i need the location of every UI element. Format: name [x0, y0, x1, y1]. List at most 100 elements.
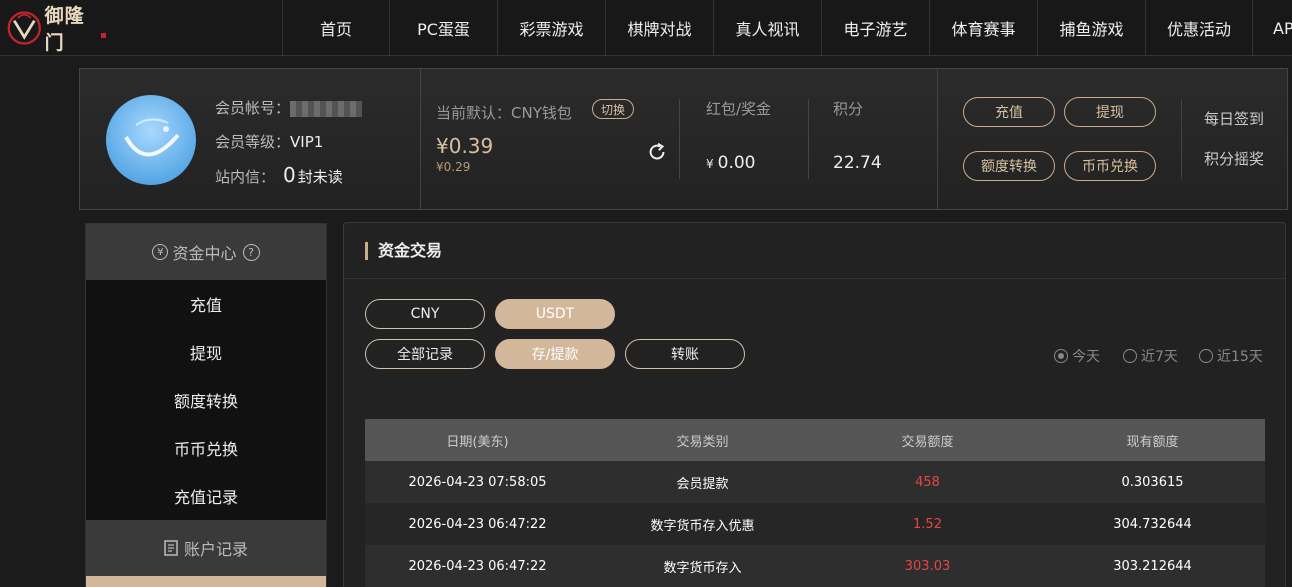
bonus-amount: 0.00: [717, 153, 756, 173]
unread-suffix: 封未读: [297, 168, 343, 186]
nav-item-pc-egg[interactable]: PC蛋蛋: [389, 0, 497, 56]
sidebar-item-withdraw[interactable]: 提现: [86, 328, 326, 376]
nav-item-slots[interactable]: 电子游艺: [821, 0, 929, 56]
range-7-days-label: 近7天: [1141, 349, 1178, 365]
account-row: 会员帐号：: [215, 97, 363, 118]
avatar-image: [124, 118, 180, 157]
top-navigation-bar: 御隆门 首页 PC蛋蛋 彩票游戏 棋牌对战 真人视讯 电子游艺 体育赛事 捕鱼游…: [0, 0, 1292, 56]
cell-date: 2026-04-23 06:47:22: [408, 558, 547, 574]
main-nav: 首页 PC蛋蛋 彩票游戏 棋牌对战 真人视讯 电子游艺 体育赛事 捕鱼游戏 优惠…: [282, 0, 1292, 56]
nav-item-app[interactable]: AP: [1252, 0, 1292, 56]
divider: [344, 278, 1285, 279]
nav-item-lottery[interactable]: 彩票游戏: [497, 0, 605, 56]
cell-date: 2026-04-23 07:58:05: [408, 474, 547, 490]
sidebar-header-account-records[interactable]: 账户记录: [86, 520, 326, 576]
range-today-label: 今天: [1072, 349, 1100, 365]
cell-amount: 1.52: [913, 516, 942, 532]
range-15-days-label: 近15天: [1217, 349, 1263, 365]
nav-item-promotions[interactable]: 优惠活动: [1145, 0, 1252, 56]
column-header-date: 日期(美东): [446, 434, 509, 450]
range-today[interactable]: 今天: [1054, 346, 1100, 366]
withdraw-button[interactable]: 提现: [1064, 97, 1156, 127]
wallet-balance-sub: ¥0.29: [436, 160, 471, 174]
points-draw-link[interactable]: 积分摇奖: [1204, 148, 1264, 169]
nav-item-sports[interactable]: 体育赛事: [929, 0, 1037, 56]
masked-account-value: [290, 100, 363, 117]
cell-balance: 304.732644: [1113, 516, 1192, 532]
divider: [808, 99, 809, 179]
level-label: 会员等级：: [215, 133, 291, 151]
tab-cny[interactable]: CNY: [365, 299, 485, 329]
logo-text: 御隆门: [44, 5, 85, 54]
tab-transfer[interactable]: 转账: [625, 339, 745, 369]
logo-emblem-icon: [7, 11, 41, 45]
currency-icon: ¥: [152, 244, 169, 260]
sidebar-active-item[interactable]: [86, 576, 326, 587]
tab-all-records[interactable]: 全部记录: [365, 339, 485, 369]
table-row: 2026-04-23 06:47:22 数字货币存入 303.03 303.21…: [365, 545, 1265, 587]
sidebar-header-fund-center[interactable]: ¥ 资金中心 ?: [86, 224, 326, 280]
transactions-table: 日期(美东) 交易类别 交易额度 现有额度 2026-04-23 07:58:0…: [365, 419, 1265, 587]
unread-count: 0: [283, 163, 296, 187]
column-header-balance: 现有额度: [1126, 434, 1179, 450]
switch-wallet-button[interactable]: 切换: [592, 99, 634, 119]
divider: [1181, 99, 1182, 179]
range-15-days[interactable]: 近15天: [1199, 346, 1263, 366]
site-logo[interactable]: 御隆门: [6, 5, 106, 54]
level-value: VIP1: [290, 133, 324, 151]
tab-deposit-withdraw[interactable]: 存/提款: [495, 339, 615, 369]
radio-icon: [1199, 349, 1213, 363]
wallet-balance: ¥0.39: [436, 134, 494, 158]
table-row: 2026-04-23 07:58:05 会员提款 458 0.303615: [365, 461, 1265, 503]
divider: [937, 69, 938, 209]
wallet-label: 当前默认：CNY钱包: [436, 104, 572, 122]
transfer-button[interactable]: 额度转换: [963, 151, 1055, 181]
level-row: 会员等级：VIP1: [215, 131, 323, 152]
refresh-icon[interactable]: [646, 141, 668, 163]
sidebar-item-deposit[interactable]: 充值: [86, 280, 326, 328]
points-value: 22.74: [833, 153, 882, 173]
exchange-button[interactable]: 币币兑换: [1064, 151, 1156, 181]
logo-dot: [101, 32, 106, 38]
divider: [679, 99, 680, 179]
radio-icon: [1123, 349, 1137, 363]
cell-type: 会员提款: [676, 476, 729, 492]
mail-row[interactable]: 站内信： 0 封未读: [215, 163, 343, 187]
deposit-button[interactable]: 充值: [963, 97, 1055, 127]
cell-balance: 0.303615: [1121, 474, 1184, 490]
nav-item-live-video[interactable]: 真人视讯: [713, 0, 821, 56]
fund-transactions-panel: 资金交易 CNY USDT 全部记录 存/提款 转账 今天 近7天 近15天 日…: [343, 222, 1286, 587]
tab-usdt[interactable]: USDT: [495, 299, 615, 329]
column-header-type: 交易类别: [676, 434, 729, 450]
range-7-days[interactable]: 近7天: [1123, 346, 1178, 366]
nav-item-chess-cards[interactable]: 棋牌对战: [605, 0, 713, 56]
mail-label: 站内信：: [215, 168, 276, 186]
document-icon: [164, 540, 178, 556]
cell-balance: 303.212644: [1113, 558, 1192, 574]
sidebar: ¥ 资金中心 ? 充值 提现 额度转换 币币兑换 充值记录 账户记录: [85, 223, 327, 587]
table-header: 日期(美东) 交易类别 交易额度 现有额度: [365, 419, 1265, 461]
sidebar-item-exchange[interactable]: 币币兑换: [86, 424, 326, 472]
account-records-label: 账户记录: [183, 540, 248, 559]
page-title: 资金交易: [365, 242, 442, 260]
bonus-label: 红包/奖金: [706, 100, 772, 118]
daily-checkin-link[interactable]: 每日签到: [1204, 108, 1264, 129]
sidebar-item-deposit-records[interactable]: 充值记录: [86, 472, 326, 520]
account-label: 会员帐号：: [215, 99, 291, 117]
radio-selected-icon: [1054, 349, 1068, 363]
divider: [420, 69, 421, 209]
table-row: 2026-04-23 06:47:22 数字货币存入优惠 1.52 304.73…: [365, 503, 1265, 545]
column-header-amount: 交易额度: [901, 434, 954, 450]
sidebar-item-transfer[interactable]: 额度转换: [86, 376, 326, 424]
nav-item-fishing[interactable]: 捕鱼游戏: [1037, 0, 1145, 56]
points-label: 积分: [833, 100, 864, 118]
nav-item-home[interactable]: 首页: [282, 0, 389, 56]
user-summary-panel: 会员帐号： 会员等级：VIP1 站内信： 0 封未读 当前默认：CNY钱包 切换 ¥…: [79, 68, 1288, 210]
cell-type: 数字货币存入优惠: [650, 518, 755, 534]
cell-type: 数字货币存入: [663, 560, 742, 576]
fund-center-label: 资金中心: [172, 244, 237, 263]
bonus-currency: ¥: [706, 157, 714, 171]
avatar[interactable]: [106, 95, 196, 185]
help-icon[interactable]: ?: [242, 243, 260, 261]
cell-amount: 458: [915, 474, 940, 490]
